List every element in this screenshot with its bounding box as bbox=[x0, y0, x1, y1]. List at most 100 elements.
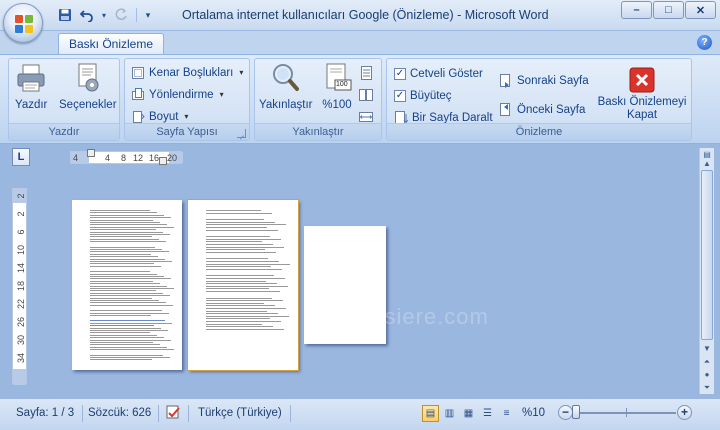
vertical-ruler[interactable]: 2 2 6 10 14 18 22 26 30 34 bbox=[12, 188, 27, 385]
print-layout-view-icon[interactable]: ▤ bbox=[422, 405, 439, 422]
vertical-scrollbar[interactable]: ▤ ▲ ▼ ⏶ ● ⏷ bbox=[699, 148, 714, 394]
ruler-tick: 30 bbox=[16, 335, 26, 346]
page-text-line bbox=[90, 310, 162, 312]
margins-button[interactable]: Kenar Boşlukları ▾ bbox=[131, 63, 243, 82]
maximize-button[interactable]: □ bbox=[653, 1, 684, 19]
page-text-line bbox=[90, 265, 161, 267]
toolbar-separator bbox=[136, 8, 137, 22]
page-text-line bbox=[90, 339, 171, 341]
show-ruler-label: Cetveli Göster bbox=[410, 67, 483, 80]
page-text-line bbox=[90, 357, 170, 358]
group-label-zoom: Yakınlaştır bbox=[255, 123, 381, 140]
page-setup-dialog-launcher-icon[interactable] bbox=[237, 129, 246, 138]
previous-page-button[interactable]: Önceki Sayfa bbox=[499, 100, 585, 119]
close-preview-icon bbox=[629, 67, 655, 93]
page-text-line bbox=[90, 249, 162, 250]
zoom-button[interactable]: Yakınlaştır bbox=[259, 61, 312, 111]
printer-icon bbox=[15, 61, 47, 95]
page-text-line bbox=[206, 302, 264, 304]
page-text-line bbox=[206, 251, 276, 253]
group-label-print: Yazdır bbox=[9, 123, 119, 140]
zoom-out-button[interactable]: − bbox=[558, 405, 573, 420]
close-preview-button[interactable]: Baskı Önizlemeyi Kapat bbox=[593, 61, 691, 122]
previous-page-scroll-icon[interactable]: ⏶ bbox=[701, 355, 713, 368]
office-button[interactable] bbox=[3, 3, 43, 43]
right-indent-marker[interactable] bbox=[159, 157, 167, 165]
minimize-button[interactable]: – bbox=[621, 1, 652, 19]
tab-selector[interactable]: L bbox=[12, 148, 30, 166]
scroll-up-icon[interactable]: ▲ bbox=[701, 157, 713, 170]
page-text-line bbox=[90, 346, 167, 348]
page-text-line bbox=[90, 337, 164, 339]
page-text-line bbox=[90, 334, 157, 336]
customize-toolbar-icon[interactable]: ▾ bbox=[143, 6, 153, 24]
document-area[interactable]: L 4 4 8 12 16 20 2 2 6 10 14 18 22 26 30… bbox=[0, 144, 720, 398]
page-text-line bbox=[90, 251, 169, 253]
undo-dropdown-icon[interactable]: ▾ bbox=[100, 6, 108, 24]
browse-object-icon[interactable]: ● bbox=[701, 368, 713, 381]
orientation-label: Yönlendirme bbox=[149, 88, 214, 101]
horizontal-ruler[interactable]: 4 4 8 12 16 20 bbox=[70, 149, 183, 165]
language-indicator[interactable]: Türkçe (Türkiye) bbox=[198, 407, 282, 419]
page-text-line bbox=[90, 278, 171, 280]
scroll-down-icon[interactable]: ▼ bbox=[701, 342, 713, 355]
orientation-button[interactable]: Yönlendirme ▾ bbox=[131, 85, 224, 104]
ruler-tick: 20 bbox=[167, 153, 178, 163]
save-icon[interactable] bbox=[56, 6, 74, 24]
outline-view-icon[interactable]: ☰ bbox=[479, 405, 496, 422]
page-text-line bbox=[90, 304, 173, 306]
zoom-slider-thumb[interactable] bbox=[572, 405, 580, 419]
ruler-tick: 16 bbox=[149, 153, 160, 163]
page-text-line bbox=[90, 315, 151, 316]
web-layout-view-icon[interactable]: ▦ bbox=[460, 405, 477, 422]
indent-marker[interactable] bbox=[87, 149, 95, 157]
page-text-line bbox=[206, 323, 262, 325]
ruler-tick: 12 bbox=[133, 153, 144, 163]
zoom-level[interactable]: %10 bbox=[522, 407, 545, 419]
page-text-line bbox=[90, 222, 160, 223]
redo-icon[interactable] bbox=[112, 6, 130, 24]
page-text-line bbox=[206, 315, 289, 317]
magnifier-icon bbox=[270, 61, 302, 95]
scrollbar-thumb[interactable] bbox=[701, 170, 713, 340]
ruler-margin-bottom bbox=[13, 369, 26, 385]
next-page-button[interactable]: Sonraki Sayfa bbox=[499, 71, 589, 90]
tab-print-preview[interactable]: Baskı Önizleme bbox=[58, 33, 165, 55]
page-text-line bbox=[206, 219, 264, 221]
page-text-line bbox=[90, 290, 156, 292]
previous-page-label: Önceki Sayfa bbox=[517, 103, 586, 116]
undo-icon[interactable] bbox=[78, 6, 96, 24]
two-pages-button[interactable] bbox=[359, 85, 373, 104]
full-screen-reading-view-icon[interactable]: ▥ bbox=[441, 405, 458, 422]
next-page-icon bbox=[499, 73, 513, 88]
page-text-line bbox=[206, 241, 262, 243]
page-text-line bbox=[206, 244, 273, 245]
show-ruler-checkbox[interactable]: ✓ Cetveli Göster bbox=[394, 64, 483, 83]
page-text-line bbox=[206, 249, 265, 251]
magnifier-checkbox[interactable]: ✓ Büyüteç bbox=[394, 86, 452, 105]
preview-page-2[interactable] bbox=[187, 199, 299, 371]
close-button[interactable]: ✕ bbox=[685, 1, 716, 19]
preview-page-1[interactable] bbox=[72, 200, 182, 370]
page-count[interactable]: Sayfa: 1 / 3 bbox=[16, 407, 74, 419]
next-page-scroll-icon[interactable]: ⏷ bbox=[701, 381, 713, 394]
window-controls: – □ ✕ bbox=[621, 1, 716, 19]
options-button[interactable]: Seçenekler bbox=[59, 61, 117, 111]
page-text-line bbox=[90, 273, 157, 275]
page-text-line bbox=[206, 263, 290, 265]
one-page-button[interactable] bbox=[359, 63, 373, 82]
close-preview-label-line2: Kapat bbox=[626, 109, 658, 121]
page-text-line bbox=[90, 226, 174, 228]
help-icon[interactable]: ? bbox=[697, 35, 712, 50]
zoom-100-button[interactable]: 100 %100 bbox=[321, 61, 353, 111]
print-button[interactable]: Yazdır bbox=[15, 61, 47, 111]
page-text-line bbox=[206, 278, 285, 279]
zoom-in-button[interactable]: + bbox=[677, 405, 692, 420]
ruler-tick: 2 bbox=[16, 193, 26, 199]
word-count[interactable]: Sözcük: 626 bbox=[88, 407, 151, 419]
page-text-line bbox=[90, 344, 160, 346]
ruler-tick: 34 bbox=[16, 353, 26, 364]
page-text-line bbox=[206, 283, 277, 285]
draft-view-icon[interactable]: ≡ bbox=[498, 405, 515, 422]
proofing-icon[interactable] bbox=[165, 405, 183, 424]
